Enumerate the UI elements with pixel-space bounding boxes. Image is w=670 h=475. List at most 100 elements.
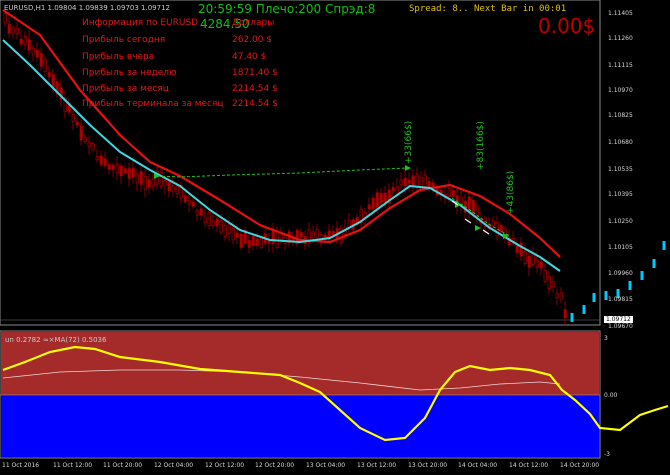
candle-body bbox=[559, 291, 563, 301]
candle-body bbox=[171, 185, 175, 192]
candle-body bbox=[327, 230, 331, 238]
info-value: 262.00 $ bbox=[232, 35, 273, 45]
candle-body bbox=[539, 261, 543, 269]
trade-label: +83(166$) bbox=[476, 121, 486, 170]
candle-body bbox=[367, 204, 371, 210]
trade-connection-line bbox=[156, 167, 409, 178]
candle-body bbox=[447, 187, 451, 197]
candle-body bbox=[135, 173, 139, 183]
candle-body bbox=[255, 238, 259, 246]
time-tick: 12 Oct 12:00 bbox=[205, 462, 245, 469]
spread-status: Spread: 8.. Next Bar in 00:01 bbox=[409, 4, 567, 14]
candle-body bbox=[47, 72, 51, 77]
candle-body bbox=[523, 251, 527, 264]
candle-body bbox=[99, 155, 103, 165]
candle-body bbox=[415, 174, 419, 188]
candle-body bbox=[259, 237, 263, 249]
time-tick: 14 Oct 20:00 bbox=[560, 462, 600, 469]
candle-body bbox=[247, 240, 251, 248]
candle-body bbox=[423, 174, 427, 188]
time-tick: 13 Oct 12:00 bbox=[357, 462, 397, 469]
candle-body bbox=[223, 225, 227, 237]
candle-body bbox=[7, 23, 11, 33]
info-value: 2214.54 $ bbox=[232, 84, 278, 94]
candle-body bbox=[83, 137, 87, 143]
candle-body bbox=[75, 121, 79, 126]
candle-body bbox=[11, 27, 15, 35]
time-tick: 14 Oct 12:00 bbox=[509, 462, 549, 469]
candle-body bbox=[119, 165, 123, 177]
candle-body bbox=[239, 233, 243, 248]
time-tick: 11 Oct 20:00 bbox=[103, 462, 143, 469]
candle-body bbox=[519, 242, 523, 257]
candle-body bbox=[331, 231, 335, 236]
candle-body bbox=[207, 211, 211, 226]
trade-arrow-icon bbox=[475, 225, 481, 231]
info-value: 47.40 $ bbox=[232, 52, 267, 62]
price-tick: 1.10535 bbox=[608, 166, 633, 173]
trade-marker bbox=[482, 229, 490, 235]
info-value: Доллары bbox=[232, 18, 275, 28]
chart-caption: EURUSD,H1 1.09804 1.09839 1.09703 1.0971… bbox=[4, 4, 170, 12]
candle-body bbox=[375, 192, 379, 208]
candle-body bbox=[299, 232, 303, 238]
candle-body bbox=[215, 218, 219, 227]
indicator-caption: un 0.2782 ≈×MA(72) 0.5036 bbox=[5, 336, 107, 344]
candle-body bbox=[87, 141, 91, 148]
candle-body bbox=[139, 171, 143, 185]
candle-body bbox=[183, 195, 187, 203]
candle-body bbox=[115, 164, 119, 174]
price-tick: 1.11115 bbox=[608, 62, 633, 69]
info-label: Прибыль сегодня bbox=[82, 35, 166, 45]
candle-body bbox=[147, 179, 151, 188]
profit-big-value: 0.00$ bbox=[538, 14, 596, 38]
time-tick: 13 Oct 04:00 bbox=[306, 462, 346, 469]
info-label: Прибыль терминала за месяц bbox=[82, 99, 224, 109]
candle-body bbox=[163, 180, 167, 187]
trade-marker bbox=[464, 218, 472, 224]
candle-body bbox=[491, 220, 495, 227]
price-tick: 1.10105 bbox=[608, 244, 633, 251]
candle-body bbox=[159, 171, 163, 187]
time-tick: 14 Oct 04:00 bbox=[458, 462, 498, 469]
candle-body bbox=[251, 235, 255, 246]
candle-body bbox=[187, 200, 191, 205]
candle-body bbox=[143, 175, 147, 190]
candle-body bbox=[31, 47, 35, 55]
candle-body bbox=[95, 156, 99, 161]
candle-body bbox=[555, 293, 559, 298]
candle-body bbox=[403, 178, 407, 187]
candle-body bbox=[131, 167, 135, 178]
candle-body bbox=[211, 220, 215, 226]
trade-label: +33(66$) bbox=[404, 120, 414, 164]
candle-body bbox=[383, 192, 387, 202]
candle-body bbox=[27, 39, 31, 51]
candle-body bbox=[531, 253, 535, 265]
candle-body bbox=[123, 168, 127, 173]
candle-body bbox=[203, 216, 207, 224]
candle-body bbox=[35, 50, 39, 58]
price-tick: 1.10250 bbox=[608, 218, 633, 225]
candle-body bbox=[195, 210, 199, 216]
price-tick: 1.11260 bbox=[608, 35, 633, 42]
candle-body bbox=[23, 36, 27, 45]
candle-body bbox=[111, 164, 115, 170]
candle-body bbox=[543, 270, 547, 282]
candle-body bbox=[563, 309, 567, 319]
time-tick: 13 Oct 20:00 bbox=[408, 462, 448, 469]
indicator-tick: 3 bbox=[604, 335, 608, 342]
candle-body bbox=[199, 208, 203, 216]
candle-body bbox=[39, 53, 43, 67]
candle-body bbox=[227, 224, 231, 234]
candle-body bbox=[467, 196, 471, 212]
info-label: Прибыль вчера bbox=[82, 52, 155, 62]
indicator-negative-zone bbox=[1, 395, 599, 457]
candle-body bbox=[15, 27, 19, 35]
trade-arrow-icon bbox=[405, 165, 411, 171]
candle-body bbox=[167, 181, 171, 191]
price-tick: 1.10395 bbox=[608, 191, 633, 198]
candle-body bbox=[451, 190, 455, 197]
trading-terminal-window: EURUSD,H1 1.09804 1.09839 1.09703 1.0971… bbox=[0, 0, 670, 475]
info-label: Прибыль за неделю bbox=[82, 68, 177, 78]
candle-body bbox=[91, 143, 95, 150]
